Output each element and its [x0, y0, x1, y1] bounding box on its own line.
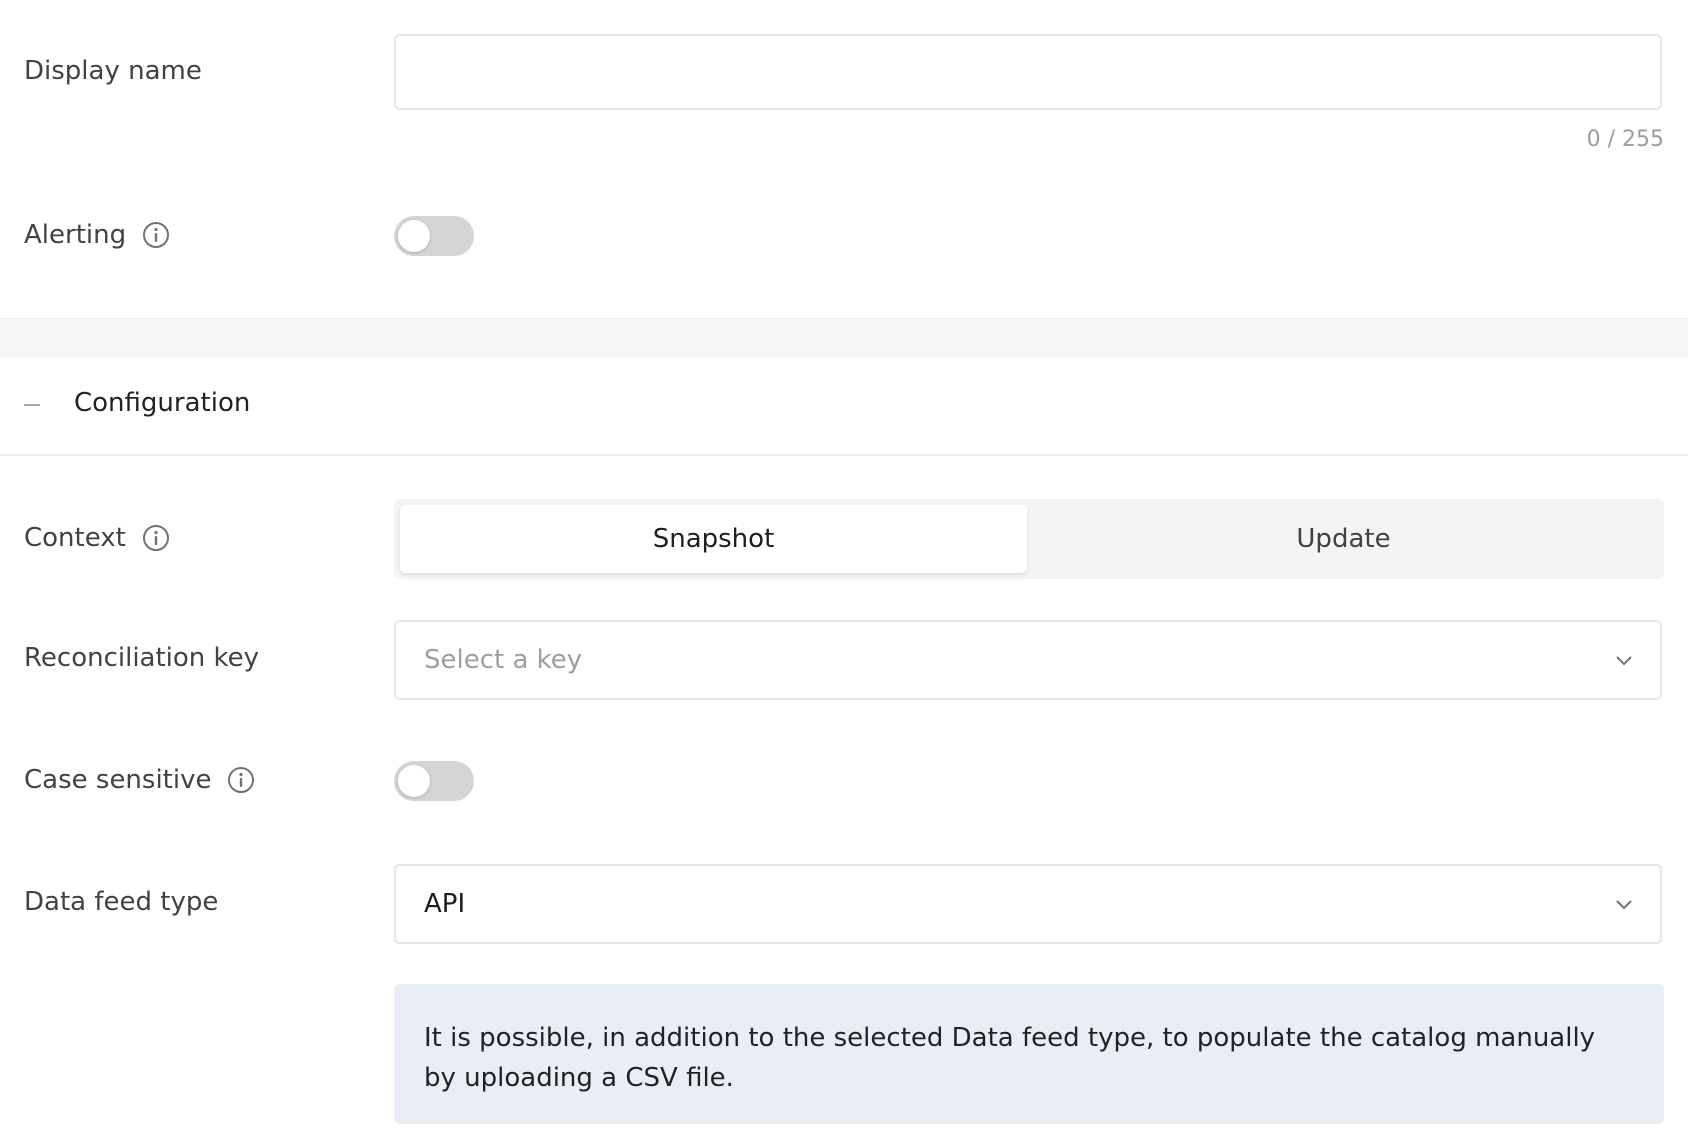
data-feed-type-select[interactable]: API	[394, 864, 1662, 944]
info-icon[interactable]	[142, 221, 170, 249]
reconciliation-key-label-text: Reconciliation key	[24, 643, 260, 673]
data-feed-type-label: Data feed type	[24, 887, 218, 917]
alerting-toggle[interactable]	[394, 216, 474, 256]
display-name-char-count: 0 / 255	[1586, 127, 1664, 152]
alerting-label-text: Alerting	[24, 220, 127, 250]
toggle-knob	[398, 765, 430, 797]
context-option-update[interactable]: Update	[1030, 505, 1657, 573]
csv-upload-notice: It is possible, in addition to the selec…	[394, 984, 1664, 1124]
configuration-title: Configuration	[74, 388, 251, 418]
chevron-down-icon	[1616, 900, 1632, 910]
context-segmented-control: Snapshot Update	[394, 499, 1664, 579]
case-sensitive-label: Case sensitive	[24, 765, 255, 795]
info-icon[interactable]	[227, 766, 255, 794]
toggle-knob	[398, 220, 430, 252]
reconciliation-key-placeholder: Select a key	[424, 645, 583, 675]
data-feed-type-value: API	[424, 889, 466, 919]
chevron-down-icon	[1616, 656, 1632, 666]
collapse-icon[interactable]	[24, 404, 40, 406]
case-sensitive-label-text: Case sensitive	[24, 765, 212, 795]
reconciliation-key-select[interactable]: Select a key	[394, 620, 1662, 700]
alerting-label: Alerting	[24, 220, 170, 250]
section-separator	[0, 318, 1688, 357]
configuration-section-header[interactable]: Configuration	[0, 356, 1688, 456]
reconciliation-key-label: Reconciliation key	[24, 643, 259, 673]
context-option-snapshot[interactable]: Snapshot	[400, 505, 1027, 573]
display-name-label-text: Display name	[24, 56, 202, 86]
display-name-label: Display name	[24, 56, 202, 86]
data-feed-type-label-text: Data feed type	[24, 887, 219, 917]
context-label-text: Context	[24, 523, 126, 553]
catalog-settings-form: Display name 0 / 255 Alerting Configurat…	[0, 0, 1688, 1148]
display-name-input[interactable]	[394, 34, 1662, 110]
case-sensitive-toggle[interactable]	[394, 761, 474, 801]
context-label: Context	[24, 523, 170, 553]
info-icon[interactable]	[142, 524, 170, 552]
